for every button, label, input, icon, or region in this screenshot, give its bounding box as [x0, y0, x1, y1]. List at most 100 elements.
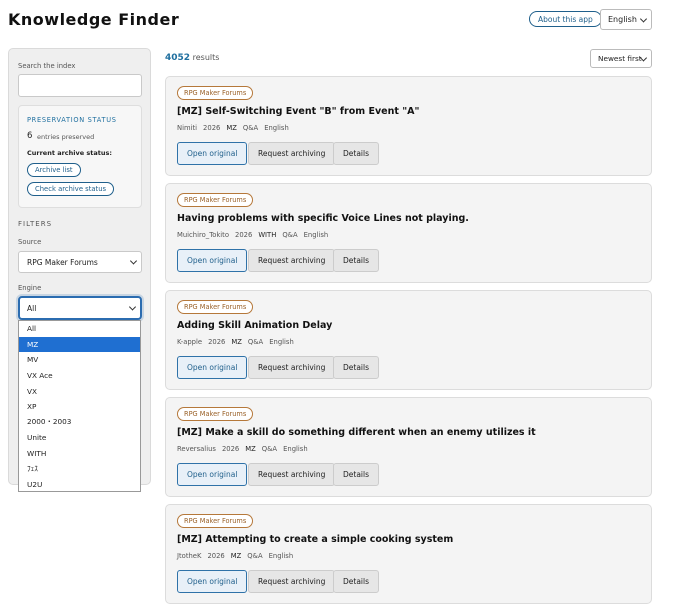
- engine-option[interactable]: VX: [19, 383, 140, 399]
- year: 2026: [235, 231, 253, 239]
- language-value: English: [608, 15, 637, 24]
- result-card: RPG Maker Forums [MZ] Attempting to crea…: [165, 504, 652, 604]
- result-title[interactable]: Adding Skill Animation Delay: [177, 320, 332, 331]
- language-select[interactable]: English: [600, 9, 652, 30]
- open-original-button[interactable]: Open original: [177, 356, 248, 379]
- search-label: Search the index: [18, 62, 76, 70]
- current-archive-status-label: Current archive status:: [27, 149, 112, 157]
- engine: MZ: [230, 552, 242, 560]
- result-card: RPG Maker Forums Having problems with sp…: [165, 183, 652, 283]
- engine-option[interactable]: VX Ace: [19, 368, 140, 384]
- language: English: [283, 445, 308, 453]
- result-meta: Muichiro_Tokito 2026 WITH Q&A English: [177, 231, 334, 239]
- engine-option[interactable]: Unite: [19, 430, 140, 446]
- language: English: [264, 124, 289, 132]
- about-button[interactable]: About this app: [529, 11, 602, 27]
- result-meta: K-apple 2026 MZ Q&A English: [177, 338, 300, 346]
- category: Q&A: [261, 445, 278, 453]
- year: 2026: [208, 338, 226, 346]
- author: Reversalius: [177, 445, 216, 453]
- year: 2026: [207, 552, 225, 560]
- category: Q&A: [247, 552, 263, 560]
- author: K-apple: [177, 338, 203, 346]
- engine-select[interactable]: All: [18, 296, 142, 320]
- chevron-down-icon: [129, 257, 138, 265]
- source-badge: RPG Maker Forums: [177, 86, 254, 100]
- engine-option[interactable]: XP: [19, 399, 140, 415]
- request-archiving-button[interactable]: Request archiving: [248, 570, 336, 593]
- engine-option[interactable]: 2000・2003: [19, 415, 140, 431]
- check-archive-status-button[interactable]: Check archive status: [27, 182, 115, 196]
- request-archiving-button[interactable]: Request archiving: [248, 356, 336, 379]
- chevron-down-icon: [639, 14, 648, 23]
- request-archiving-button[interactable]: Request archiving: [248, 249, 336, 272]
- sort-value: Newest first: [598, 54, 642, 63]
- source-badge: RPG Maker Forums: [177, 193, 254, 207]
- preservation-status-box: PRESERVATION STATUS 6 entries preserved …: [18, 105, 142, 208]
- year: 2026: [221, 445, 240, 453]
- preserved-count-label: entries preserved: [37, 133, 95, 141]
- engine-option[interactable]: U2U: [19, 477, 140, 493]
- results-label: results: [192, 53, 220, 62]
- engine-option[interactable]: All: [19, 321, 140, 337]
- result-meta: Reversalius 2026 MZ Q&A English: [177, 445, 314, 453]
- result-title[interactable]: [MZ] Self-Switching Event "B" from Event…: [177, 106, 419, 117]
- source-label: Source: [18, 238, 42, 246]
- category: Q&A: [247, 338, 264, 346]
- author: Muichiro_Tokito: [177, 231, 229, 239]
- year: 2026: [203, 124, 221, 132]
- search-input[interactable]: [18, 74, 142, 97]
- result-card: RPG Maker Forums [MZ] Make a skill do so…: [165, 397, 652, 497]
- engine-value: All: [27, 303, 37, 313]
- archive-list-button[interactable]: Archive list: [27, 163, 81, 177]
- result-title[interactable]: [MZ] Make a skill do something different…: [177, 427, 536, 438]
- sort-select[interactable]: Newest first: [590, 49, 652, 68]
- source-badge: RPG Maker Forums: [177, 514, 254, 528]
- app-title: Knowledge Finder: [8, 10, 180, 29]
- language: English: [269, 338, 294, 346]
- engine-option[interactable]: ﾌｪｽ: [19, 461, 140, 477]
- result-title[interactable]: [MZ] Attempting to create a simple cooki…: [177, 534, 453, 545]
- details-button[interactable]: Details: [333, 142, 380, 165]
- source-badge: RPG Maker Forums: [177, 300, 254, 314]
- preservation-title: PRESERVATION STATUS: [27, 116, 117, 124]
- details-button[interactable]: Details: [333, 356, 380, 379]
- results-number: 4052: [165, 53, 191, 63]
- request-archiving-button[interactable]: Request archiving: [248, 463, 336, 486]
- engine: MZ: [231, 338, 242, 346]
- result-meta: JtotheK 2026 MZ Q&A English: [177, 552, 299, 560]
- details-button[interactable]: Details: [333, 570, 380, 593]
- details-button[interactable]: Details: [333, 249, 380, 272]
- engine-option[interactable]: MZ: [19, 336, 140, 353]
- author: JtotheK: [177, 552, 202, 560]
- engine-option[interactable]: WITH: [19, 446, 140, 462]
- category: Q&A: [242, 124, 259, 132]
- request-archiving-button[interactable]: Request archiving: [248, 142, 336, 165]
- source-value: RPG Maker Forums: [27, 257, 98, 267]
- open-original-button[interactable]: Open original: [177, 463, 248, 486]
- language: English: [268, 552, 294, 560]
- engine-option[interactable]: MV: [19, 352, 140, 368]
- engine-label: Engine: [18, 284, 42, 292]
- engine-dropdown-list: All MZ MV VX Ace VX XP 2000・2003 Unite W…: [18, 320, 141, 492]
- category: Q&A: [282, 231, 298, 239]
- result-card: RPG Maker Forums [MZ] Self-Switching Eve…: [165, 76, 652, 176]
- open-original-button[interactable]: Open original: [177, 249, 248, 272]
- engine: MZ: [226, 124, 237, 132]
- language: English: [303, 231, 329, 239]
- filters-heading: FILTERS: [18, 220, 53, 228]
- preserved-count: 6: [27, 131, 33, 141]
- result-card: RPG Maker Forums Adding Skill Animation …: [165, 290, 652, 390]
- chevron-down-icon: [128, 303, 137, 311]
- author: Nimiti: [177, 124, 198, 132]
- source-select[interactable]: RPG Maker Forums: [18, 251, 142, 273]
- open-original-button[interactable]: Open original: [177, 142, 248, 165]
- open-original-button[interactable]: Open original: [177, 570, 248, 593]
- source-badge: RPG Maker Forums: [177, 407, 254, 421]
- chevron-down-icon: [639, 53, 648, 62]
- engine: MZ: [245, 445, 256, 453]
- results-count: 4052 results: [165, 53, 219, 63]
- result-meta: Nimiti 2026 MZ Q&A English: [177, 124, 295, 132]
- details-button[interactable]: Details: [333, 463, 380, 486]
- result-title[interactable]: Having problems with specific Voice Line…: [177, 213, 469, 224]
